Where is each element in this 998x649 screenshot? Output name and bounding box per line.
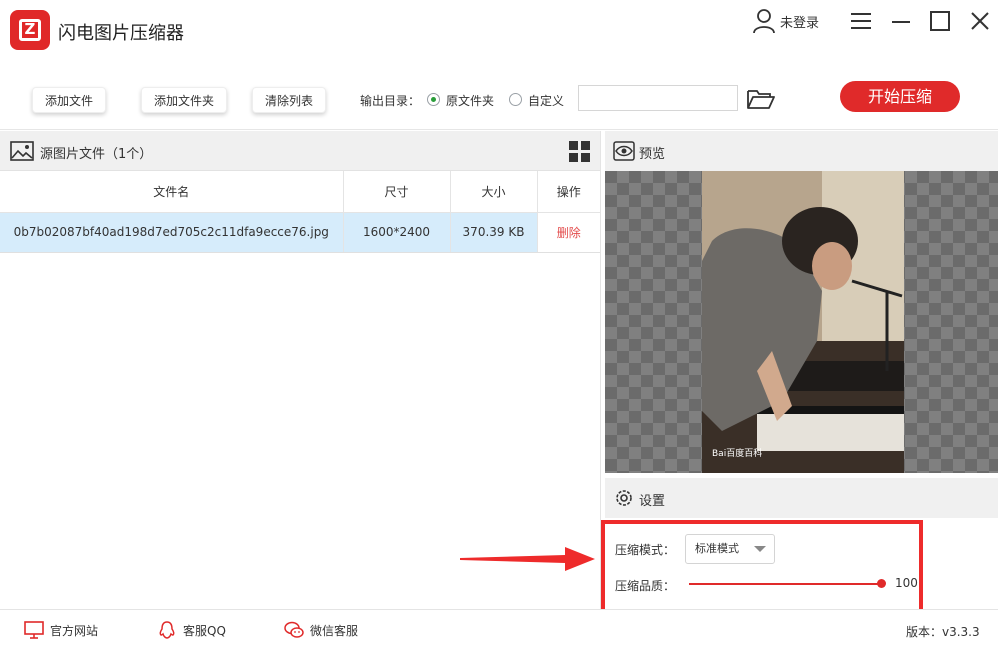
qq-support-link[interactable]: 客服QQ	[157, 620, 226, 640]
preview-area: Bai百度百科	[605, 171, 998, 473]
minimize-button[interactable]	[889, 9, 913, 33]
menu-button[interactable]	[849, 9, 873, 33]
start-compress-button[interactable]: 开始压缩	[840, 81, 960, 112]
output-dir-label: 输出目录：	[360, 94, 421, 108]
compression-settings-box: 压缩模式： 标准模式 压缩品质： 100	[601, 520, 923, 613]
official-website-link[interactable]: 官方网站	[24, 620, 98, 640]
preview-photo-drawing: Bai百度百科	[702, 171, 904, 473]
menu-icon	[851, 13, 871, 29]
gear-icon	[616, 490, 632, 506]
column-header-filesize[interactable]: 大小	[450, 171, 538, 213]
image-icon	[10, 141, 34, 161]
settings-title: 设置	[639, 494, 666, 509]
version-label: 版本：v3.3.3	[906, 625, 980, 639]
preview-image: Bai百度百科	[702, 171, 904, 473]
watermark-text: Bai百度百科	[712, 447, 762, 459]
custom-folder-label[interactable]: 自定义	[528, 92, 564, 109]
table-row[interactable]: 0b7b02087bf40ad198d7ed705c2c11dfa9ecce76…	[0, 212, 600, 253]
compress-mode-select[interactable]: 标准模式	[685, 534, 775, 564]
add-file-button[interactable]: 添加文件	[32, 87, 107, 113]
compress-mode-label: 压缩模式：	[615, 543, 676, 557]
file-list-title: 源图片文件（1个）	[40, 147, 153, 162]
preview-title: 预览	[639, 147, 666, 162]
file-table: 文件名 尺寸 大小 操作 0b7b02087bf40ad198d7ed705c2…	[0, 171, 600, 253]
title-bar: Z 闪电图片压缩器 未登录	[0, 0, 998, 62]
quality-label: 压缩品质：	[615, 579, 676, 593]
radio-custom-folder[interactable]	[509, 93, 522, 106]
quality-slider-thumb[interactable]	[877, 579, 886, 588]
annotation-arrow-icon	[460, 547, 595, 571]
settings-header: 设置	[605, 478, 998, 518]
file-list-panel: 源图片文件（1个） 文件名 尺寸 大小 操作 0b7b02087bf40ad19…	[0, 131, 601, 609]
login-label: 未登录	[780, 15, 820, 31]
compress-mode-value: 标准模式	[695, 542, 739, 555]
original-folder-label[interactable]: 原文件夹	[446, 92, 494, 109]
qq-support-label: 客服QQ	[183, 623, 226, 638]
file-size-cell: 370.39 KB	[450, 212, 538, 253]
column-header-dimensions[interactable]: 尺寸	[343, 171, 451, 213]
output-path-input[interactable]	[578, 85, 738, 111]
file-name-cell: 0b7b02087bf40ad198d7ed705c2c11dfa9ecce76…	[0, 212, 344, 253]
app-logo-icon: Z	[10, 10, 50, 50]
add-folder-button[interactable]: 添加文件夹	[141, 87, 228, 113]
file-list-header: 源图片文件（1个）	[0, 131, 600, 171]
file-dimensions-cell: 1600*2400	[343, 212, 451, 253]
user-icon	[753, 9, 775, 34]
quality-value: 100	[895, 576, 918, 590]
chevron-down-icon	[754, 546, 766, 552]
maximize-button[interactable]	[928, 9, 952, 33]
close-icon	[971, 12, 989, 30]
wechat-support-label: 微信客服	[310, 623, 359, 638]
quality-slider-track[interactable]	[689, 583, 882, 585]
login-status[interactable]: 未登录	[752, 8, 819, 34]
close-button[interactable]	[968, 9, 992, 33]
clear-list-button[interactable]: 清除列表	[252, 87, 327, 113]
monitor-icon	[24, 621, 44, 639]
footer: 官方网站 客服QQ 微信客服 版本：v3.3.3	[0, 609, 998, 649]
radio-original-folder[interactable]	[427, 93, 440, 106]
official-website-label: 官方网站	[50, 623, 99, 638]
eye-icon	[613, 141, 635, 161]
maximize-icon	[930, 11, 950, 31]
grid-view-icon[interactable]	[569, 141, 590, 162]
column-header-action: 操作	[537, 171, 600, 213]
wechat-icon	[284, 621, 304, 638]
action-cell: 删除	[537, 212, 600, 253]
app-title: 闪电图片压缩器	[58, 23, 184, 44]
qq-icon	[159, 621, 175, 639]
open-folder-icon[interactable]	[746, 86, 776, 112]
column-header-filename[interactable]: 文件名	[0, 171, 344, 213]
minimize-icon	[892, 21, 910, 23]
toolbar: 添加文件 添加文件夹 清除列表 输出目录： 原文件夹 自定义 开始压缩	[0, 62, 998, 130]
preview-header: 预览	[605, 131, 998, 171]
wechat-support-link[interactable]: 微信客服	[284, 620, 358, 640]
delete-link[interactable]: 删除	[557, 226, 581, 240]
